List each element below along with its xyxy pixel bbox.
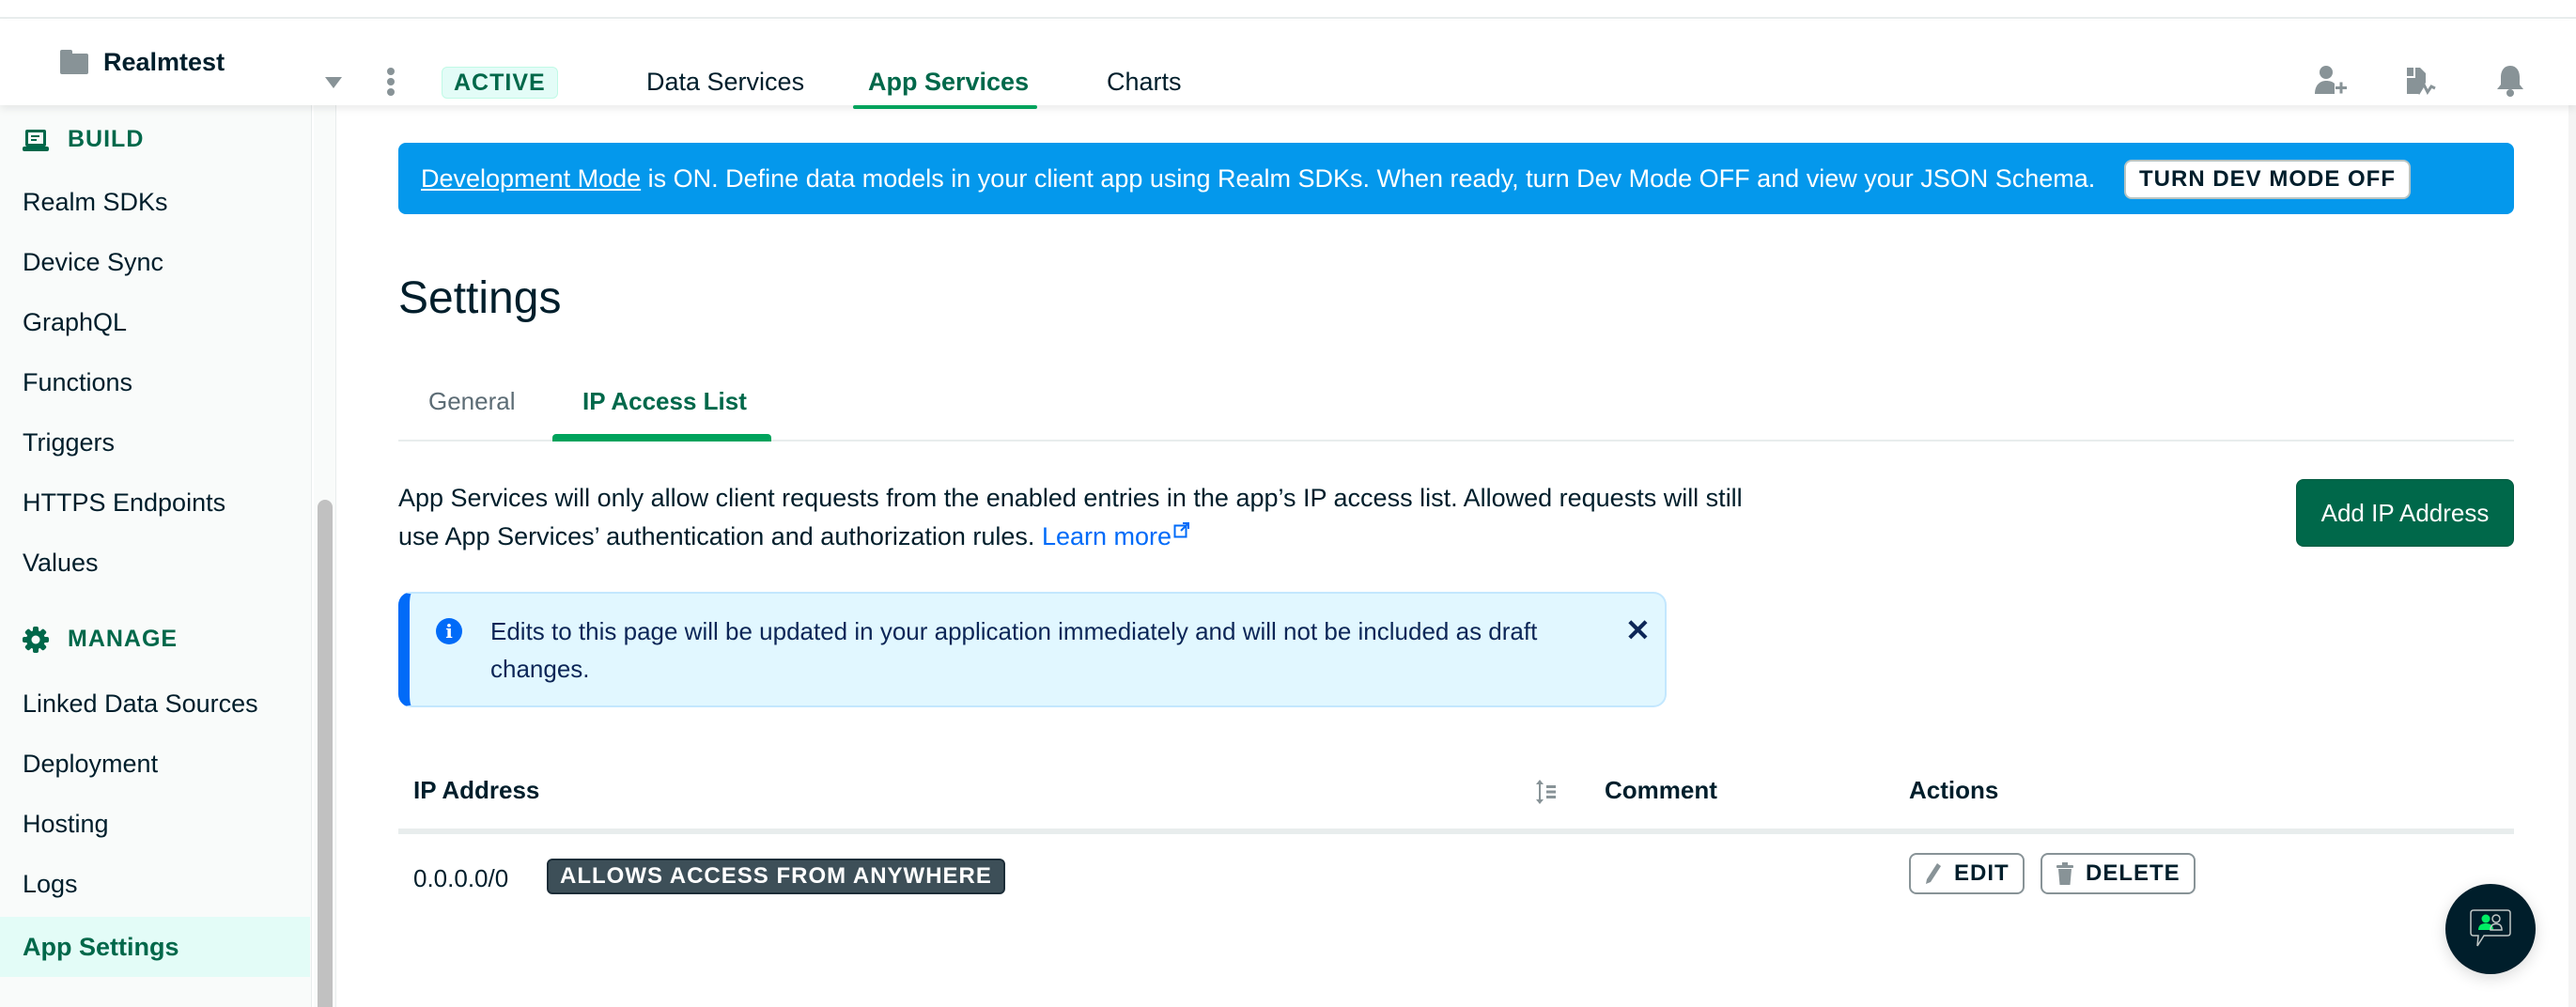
sort-icon[interactable] <box>1533 778 1560 806</box>
chevron-down-icon[interactable] <box>325 77 342 88</box>
sidebar-item-logs[interactable]: Logs <box>23 870 78 899</box>
chat-users-icon <box>2470 909 2511 947</box>
browser-top-strip <box>0 0 2576 19</box>
gear-icon <box>23 626 49 653</box>
info-icon: i <box>436 618 462 644</box>
nav-data-services[interactable]: Data Services <box>646 68 804 97</box>
learn-more-link[interactable]: Learn more <box>1042 522 1190 550</box>
sidebar-item-hosting[interactable]: Hosting <box>23 810 109 839</box>
sidebar-section-title: MANAGE <box>68 626 178 652</box>
learn-more-label: Learn more <box>1041 522 1172 550</box>
active-tab-indicator <box>552 434 771 442</box>
sidebar: BUILD Realm SDKs Device Sync GraphQL Fun… <box>0 105 312 1007</box>
top-navigation-bar: Realmtest ACTIVE Data Services App Servi… <box>0 21 2576 109</box>
notification-bell-icon[interactable] <box>2491 62 2529 100</box>
more-options-icon[interactable] <box>385 68 396 96</box>
sidebar-item-https-endpoints[interactable]: HTTPS Endpoints <box>23 488 225 518</box>
page-scrollbar-track[interactable] <box>2568 105 2576 1007</box>
folder-icon <box>60 50 88 74</box>
sidebar-item-device-sync[interactable]: Device Sync <box>23 248 163 277</box>
project-selector[interactable]: Realmtest <box>60 41 225 83</box>
sidebar-item-functions[interactable]: Functions <box>23 368 132 397</box>
nav-app-services[interactable]: App Services <box>868 68 1029 97</box>
column-header-actions: Actions <box>1909 776 1999 804</box>
sidebar-item-triggers[interactable]: Triggers <box>23 428 115 457</box>
external-link-icon <box>1173 522 1190 538</box>
sidebar-section-build: BUILD <box>23 126 144 153</box>
status-badge: ACTIVE <box>442 67 558 99</box>
close-icon[interactable]: ✕ <box>1625 612 1651 648</box>
sidebar-section-title: BUILD <box>68 126 145 152</box>
info-callout: i Edits to this page will be updated in … <box>398 592 1667 707</box>
active-nav-indicator <box>853 105 1037 109</box>
invite-user-icon[interactable] <box>2311 62 2349 100</box>
ip-address-value: 0.0.0.0/0 <box>413 864 509 892</box>
chat-support-button[interactable] <box>2445 884 2536 974</box>
delete-button[interactable]: DELETE <box>2041 853 2196 894</box>
pencil-icon <box>1926 863 1941 884</box>
development-mode-link[interactable]: Development Mode <box>421 164 641 193</box>
sidebar-item-values[interactable]: Values <box>23 549 99 578</box>
edit-button[interactable]: EDIT <box>1909 853 2025 894</box>
ip-access-description: App Services will only allow client requ… <box>398 479 1789 556</box>
page-title: Settings <box>398 273 562 323</box>
sidebar-item-deployment[interactable]: Deployment <box>23 750 158 779</box>
table-header-divider <box>398 829 2514 834</box>
activity-feed-icon[interactable] <box>2401 62 2439 100</box>
sidebar-scrollbar-thumb[interactable] <box>318 500 333 1007</box>
sidebar-item-app-settings[interactable]: App Settings <box>0 917 310 977</box>
column-header-comment: Comment <box>1605 776 1717 804</box>
dev-mode-banner-text: is ON. Define data models in your client… <box>641 163 2096 193</box>
trash-icon <box>2056 862 2073 885</box>
add-ip-address-button[interactable]: Add IP Address <box>2296 479 2514 547</box>
sidebar-section-manage: MANAGE <box>23 626 178 653</box>
build-icon <box>23 129 49 151</box>
edit-label: EDIT <box>1954 860 2010 886</box>
sidebar-item-linked-data-sources[interactable]: Linked Data Sources <box>23 689 258 719</box>
project-name: Realmtest <box>103 47 225 76</box>
turn-dev-mode-off-button[interactable]: TURN DEV MODE OFF <box>2124 160 2411 199</box>
tab-general[interactable]: General <box>428 387 516 416</box>
nav-charts[interactable]: Charts <box>1107 68 1182 97</box>
dev-mode-banner: Development Mode is ON. Define data mode… <box>398 143 2514 214</box>
column-header-ip-address[interactable]: IP Address <box>413 776 539 805</box>
callout-text: Edits to this page will be updated in yo… <box>490 617 1538 683</box>
sidebar-item-realm-sdks[interactable]: Realm SDKs <box>23 188 168 217</box>
sidebar-item-graphql[interactable]: GraphQL <box>23 308 127 337</box>
delete-label: DELETE <box>2086 860 2180 886</box>
access-anywhere-badge: ALLOWS ACCESS FROM ANYWHERE <box>547 859 1005 894</box>
tab-ip-access-list[interactable]: IP Access List <box>582 387 747 416</box>
